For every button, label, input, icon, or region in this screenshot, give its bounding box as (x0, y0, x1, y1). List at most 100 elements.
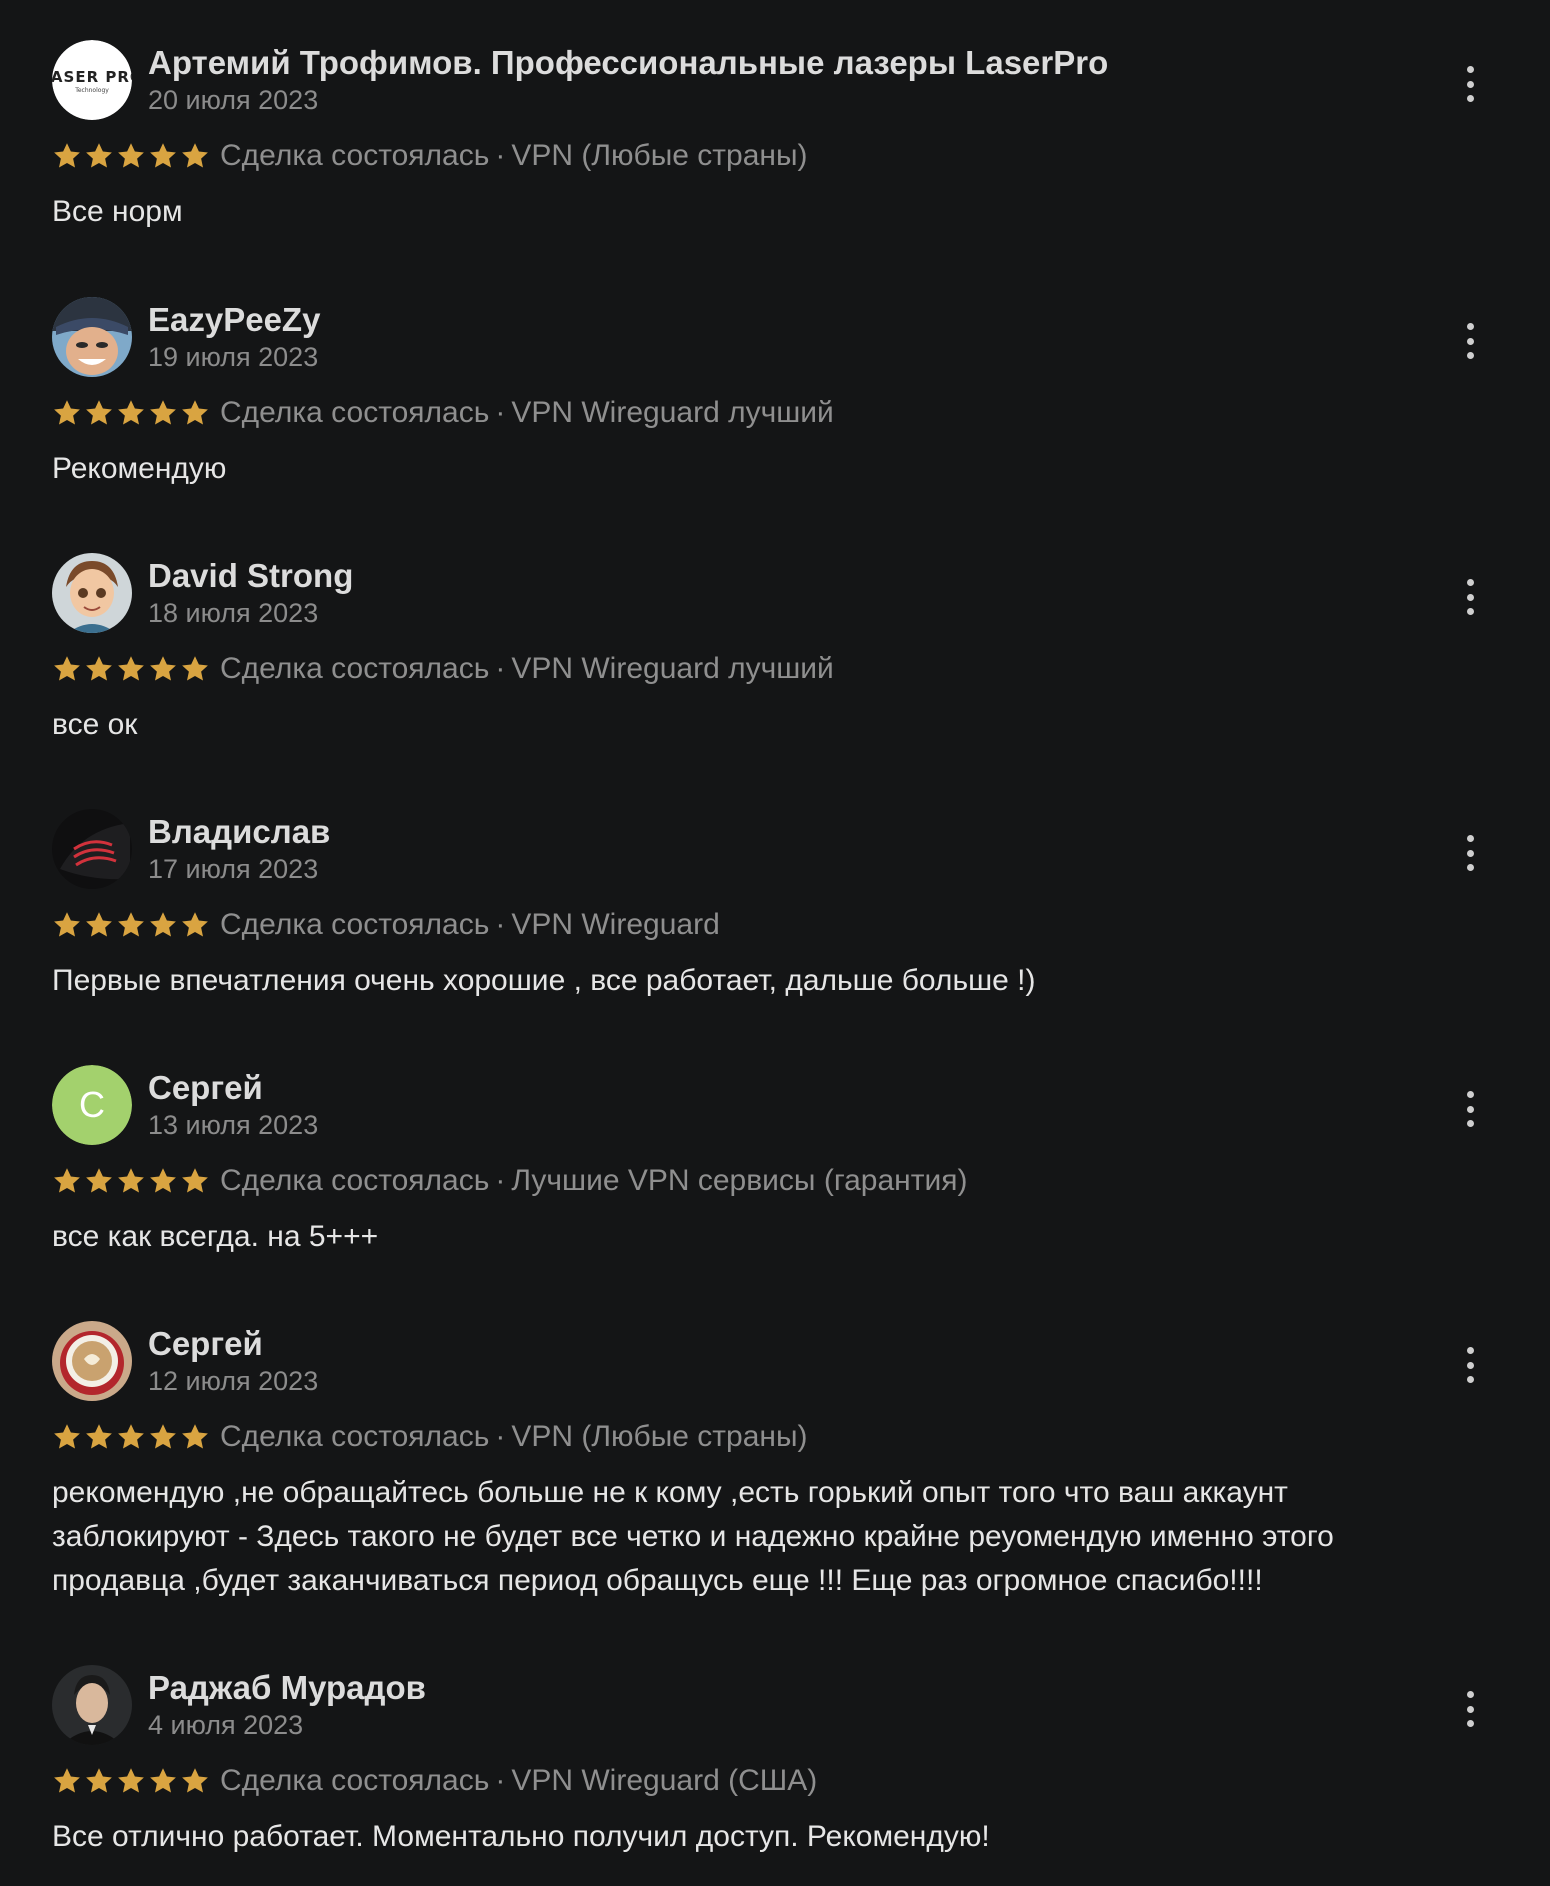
avatar[interactable] (52, 553, 132, 633)
star-icon (182, 656, 208, 681)
product-name[interactable]: VPN Wireguard (США) (511, 1764, 817, 1798)
star-icon (118, 1168, 144, 1193)
review-meta: Сделка состоялась · VPN Wireguard лучший (52, 393, 834, 433)
star-icon (150, 912, 176, 937)
star-icon (118, 143, 144, 168)
author-name[interactable]: Раджаб Мурадов (148, 1669, 426, 1707)
coffee-cup-photo-icon (52, 1321, 132, 1401)
star-icon (54, 1424, 80, 1449)
star-icon (86, 143, 112, 168)
product-name[interactable]: VPN (Любые страны) (511, 1420, 807, 1454)
avatar[interactable]: С (52, 1065, 132, 1145)
star-icon (86, 656, 112, 681)
star-icon (54, 656, 80, 681)
product-name[interactable]: VPN Wireguard (511, 908, 719, 942)
review-meta: Сделка состоялась · Лучшие VPN сервисы (… (52, 1161, 967, 1201)
author-name[interactable]: Сергей (148, 1069, 263, 1107)
review-date: 12 июля 2023 (148, 1366, 319, 1396)
star-icon (182, 1768, 208, 1793)
man-portrait-photo-icon (52, 1665, 132, 1745)
more-options-icon[interactable] (1460, 579, 1480, 615)
star-icon (182, 143, 208, 168)
rating-stars (52, 910, 210, 940)
rating-stars (52, 654, 210, 684)
star-icon (150, 1168, 176, 1193)
review-date: 17 июля 2023 (148, 854, 319, 884)
avatar[interactable] (52, 297, 132, 377)
star-icon (118, 1424, 144, 1449)
review-text: рекомендую ,не обращайтесь больше не к к… (52, 1476, 1334, 1597)
deal-status: Сделка состоялась (220, 396, 490, 429)
review-meta: Сделка состоялась · VPN Wireguard лучший (52, 649, 834, 689)
author-name[interactable]: Артемий Трофимов. Профессиональные лазер… (148, 44, 1108, 82)
star-icon (150, 1424, 176, 1449)
more-options-icon[interactable] (1460, 835, 1480, 871)
separator: · (495, 1764, 506, 1797)
review-meta: Сделка состоялась · VPN Wireguard (52, 905, 720, 945)
star-icon (54, 143, 80, 168)
author-name[interactable]: David Strong (148, 557, 353, 595)
author-name[interactable]: Сергей (148, 1325, 263, 1363)
star-icon (182, 1168, 208, 1193)
rating-stars (52, 141, 210, 171)
star-icon (54, 400, 80, 425)
author-name[interactable]: EazyPeeZy (148, 301, 320, 339)
svg-text:LASER PRO: LASER PRO (52, 68, 132, 86)
avatar[interactable] (52, 1321, 132, 1401)
star-icon (182, 1424, 208, 1449)
star-icon (54, 912, 80, 937)
avatar[interactable] (52, 809, 132, 889)
star-icon (150, 143, 176, 168)
author-name[interactable]: Владислав (148, 813, 330, 851)
review-date: 20 июля 2023 (148, 85, 319, 115)
deal-status: Сделка состоялась (220, 1764, 490, 1797)
review-date: 19 июля 2023 (148, 342, 319, 372)
product-name[interactable]: VPN (Любые страны) (511, 139, 807, 173)
review-text: Первые впечатления очень хорошие , все р… (52, 964, 1036, 997)
review-text: все как всегда. на 5+++ (52, 1220, 379, 1253)
star-icon (86, 912, 112, 937)
star-icon (86, 1168, 112, 1193)
review-text: Все отлично работает. Моментально получи… (52, 1820, 990, 1853)
rating-stars (52, 1166, 210, 1196)
more-options-icon[interactable] (1460, 1347, 1480, 1383)
more-options-icon[interactable] (1460, 1691, 1480, 1727)
star-icon (118, 912, 144, 937)
rating-stars (52, 1766, 210, 1796)
review-meta: Сделка состоялась · VPN Wireguard (США) (52, 1761, 817, 1801)
product-name[interactable]: VPN Wireguard лучший (511, 652, 833, 686)
review-date: 18 июля 2023 (148, 598, 319, 628)
star-icon (86, 400, 112, 425)
deal-status: Сделка состоялась (220, 908, 490, 941)
separator: · (495, 1420, 506, 1453)
person-cap-photo-icon (52, 297, 132, 377)
cartoon-boy-photo-icon (52, 553, 132, 633)
product-name[interactable]: Лучшие VPN сервисы (гарантия) (511, 1164, 967, 1198)
star-icon (54, 1768, 80, 1793)
star-icon (86, 1768, 112, 1793)
deal-status: Сделка состоялась (220, 139, 490, 172)
separator: · (495, 908, 506, 941)
svg-text:Technology: Technology (74, 87, 109, 94)
more-options-icon[interactable] (1460, 1091, 1480, 1127)
avatar[interactable] (52, 1665, 132, 1745)
review-text: Все норм (52, 195, 183, 228)
product-name[interactable]: VPN Wireguard лучший (511, 396, 833, 430)
deal-status: Сделка состоялась (220, 652, 490, 685)
star-icon (150, 400, 176, 425)
separator: · (495, 1164, 506, 1197)
rating-stars (52, 398, 210, 428)
star-icon (118, 656, 144, 681)
star-icon (182, 400, 208, 425)
more-options-icon[interactable] (1460, 323, 1480, 359)
separator: · (495, 139, 506, 172)
review-date: 13 июля 2023 (148, 1110, 319, 1140)
review-meta: Сделка состоялась · VPN (Любые страны) (52, 1417, 808, 1457)
avatar[interactable]: LASER PRO Technology (52, 40, 132, 120)
car-light-photo-icon (52, 809, 132, 889)
more-options-icon[interactable] (1460, 66, 1480, 102)
star-icon (118, 400, 144, 425)
review-date: 4 июля 2023 (148, 1710, 304, 1740)
star-icon (54, 1168, 80, 1193)
deal-status: Сделка состоялась (220, 1420, 490, 1453)
